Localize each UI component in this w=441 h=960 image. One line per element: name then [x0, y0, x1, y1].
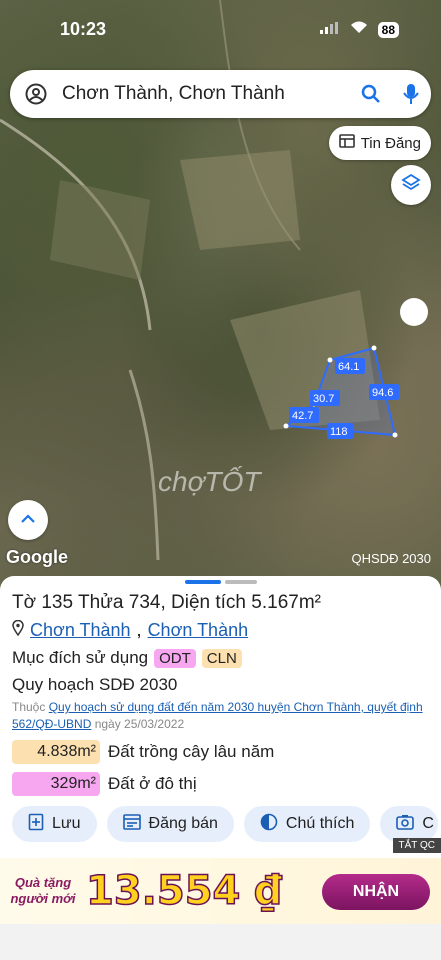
battery-icon: 88 [377, 21, 399, 38]
action-bar: Lưu Đăng bán Chú thích C [12, 806, 438, 842]
expand-up-button[interactable] [8, 500, 48, 540]
area-row-odt: 329m² Đất ở đô thị [12, 772, 197, 796]
claim-button[interactable]: NHẬN [322, 874, 430, 910]
edge-label-inner: 30.7 [313, 393, 334, 405]
ad-close-button[interactable]: TẮT QC [392, 838, 441, 853]
search-bar[interactable]: Chơn Thành, Chơn Thành [10, 70, 431, 118]
promo-amount: 13.554 ₫ [85, 867, 283, 915]
location-link-1[interactable]: Chơn Thành [30, 620, 131, 641]
promo-banner[interactable]: Quà tặng người mới 13.554 ₫ NHẬN [0, 858, 441, 924]
layers-icon [401, 173, 421, 198]
edge-label-right: 94.6 [372, 387, 393, 399]
location-pin-icon [12, 619, 24, 641]
chevron-up-icon [20, 511, 36, 529]
legend-button[interactable]: Chú thích [243, 806, 371, 842]
gift-text: Quà tặng người mới [10, 875, 76, 906]
map-view[interactable]: 64.1 94.6 30.7 42.7 118 10:23 88 Chơn Th… [0, 0, 441, 590]
usage-purpose-label: Mục đích sử dụng [12, 648, 149, 667]
area-label: Đất ở đô thị [108, 774, 197, 793]
status-time: 10:23 [60, 19, 107, 39]
microphone-icon[interactable] [391, 83, 431, 105]
google-logo: Google [6, 547, 68, 567]
map-layer-label: QHSDĐ 2030 [351, 551, 431, 566]
parcel-location: Chơn Thành, Chơn Thành [12, 619, 249, 641]
plan-source: Thuộc Quy hoạch sử dụng đất đến năm 2030… [12, 700, 423, 731]
watermark: chợTỐT [158, 466, 261, 497]
tag-cln: CLN [201, 648, 242, 668]
map-location-dot[interactable] [400, 298, 428, 326]
wifi-icon [350, 20, 368, 39]
area-label: Đất trồng cây lâu năm [108, 742, 275, 761]
tin-dang-button[interactable]: Tin Đăng [328, 126, 431, 160]
plan-label: Quy hoạch SDĐ 2030 [12, 675, 178, 694]
parcel-area: 5.167m² [251, 592, 321, 613]
listing-icon [122, 813, 141, 835]
tin-dang-label: Tin Đăng [360, 134, 421, 152]
layers-button[interactable] [391, 165, 431, 205]
search-icon[interactable] [351, 84, 391, 104]
account-icon[interactable] [10, 83, 62, 105]
edge-label-left: 42.7 [292, 410, 313, 422]
bottom-strip [0, 924, 441, 960]
parcel-title: Tờ 135 Thửa 734, Diện tích 5.167m² [12, 592, 321, 613]
post-sale-button[interactable]: Đăng bán [106, 806, 234, 842]
location-link-2[interactable]: Chơn Thành [148, 620, 249, 641]
bookmark-add-icon [28, 813, 44, 836]
usage-purpose: Mục đích sử dụng ODT CLN [12, 648, 242, 668]
camera-icon [396, 814, 415, 835]
plan-source-link[interactable]: Quy hoạch sử dụng đất đến năm 2030 huyện… [12, 700, 423, 731]
area-value: 4.838m² [12, 740, 100, 764]
search-input[interactable]: Chơn Thành, Chơn Thành [62, 83, 351, 105]
sheet-handle[interactable] [185, 580, 257, 584]
capture-button[interactable]: C [380, 806, 438, 842]
signal-icon [319, 21, 340, 39]
save-button[interactable]: Lưu [12, 806, 97, 842]
status-bar: 10:23 88 [0, 0, 441, 60]
edge-label-top: 64.1 [338, 361, 359, 373]
contrast-icon [260, 813, 278, 836]
edge-label-bottom: 118 [330, 426, 348, 438]
area-row-cln: 4.838m² Đất trồng cây lâu năm [12, 740, 274, 764]
parcel-number: 734 [128, 592, 161, 613]
area-value: 329m² [12, 772, 100, 796]
listing-icon [338, 134, 355, 152]
sheet-number: 135 [41, 592, 74, 613]
tag-odt: ODT [154, 648, 196, 668]
